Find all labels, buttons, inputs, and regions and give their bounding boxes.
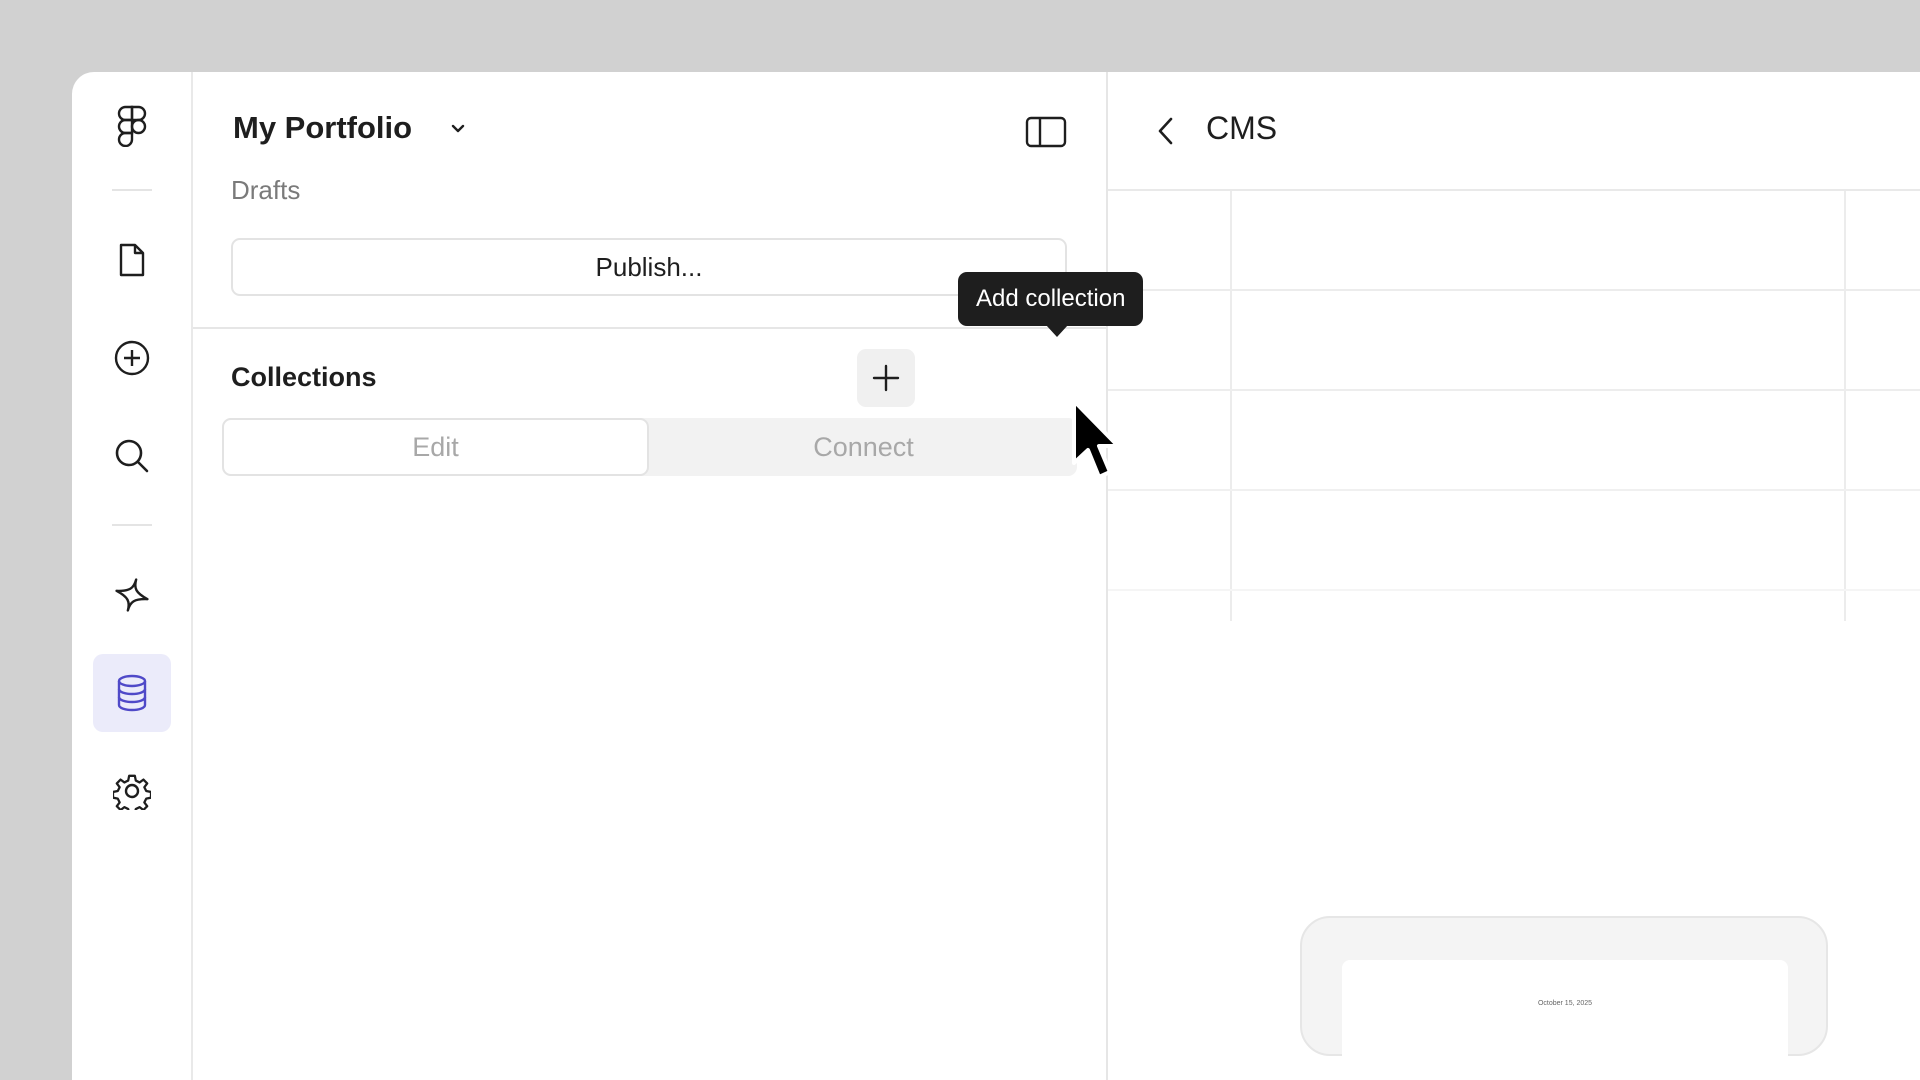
- chevron-down-icon[interactable]: [448, 118, 468, 138]
- template-preview-card[interactable]: October 15, 2025: [1300, 916, 1828, 1080]
- tab-connect[interactable]: Connect: [650, 418, 1077, 476]
- tab-edit[interactable]: Edit: [222, 418, 649, 476]
- icon-rail: [72, 72, 193, 1080]
- publish-button[interactable]: Publish...: [231, 238, 1067, 296]
- app-window: My Portfolio Drafts Publish... Collectio…: [72, 72, 1920, 1080]
- preview-page: October 15, 2025: [1342, 960, 1788, 1080]
- rail-divider: [112, 189, 152, 191]
- page-title: CMS: [1206, 110, 1278, 146]
- search-icon[interactable]: [93, 417, 171, 495]
- panel-divider: [193, 327, 1106, 329]
- collections-mode-switch: Edit Connect: [222, 418, 1077, 476]
- mouse-cursor-icon: [1070, 397, 1130, 487]
- project-title[interactable]: My Portfolio: [233, 110, 412, 146]
- cms-side-panel: My Portfolio Drafts Publish... Collectio…: [193, 72, 1108, 1080]
- grid-line: [1108, 289, 1920, 291]
- gear-icon[interactable]: [93, 752, 171, 830]
- file-icon[interactable]: [93, 221, 171, 299]
- sidebar-toggle-icon[interactable]: [1025, 116, 1067, 148]
- preview-date: October 15, 2025: [1537, 1000, 1593, 1007]
- grid-line: [1230, 191, 1232, 621]
- add-collection-tooltip: Add collection: [958, 272, 1144, 326]
- grid-line: [1108, 389, 1920, 391]
- chevron-left-icon[interactable]: [1152, 114, 1180, 148]
- plus-circle-icon[interactable]: [93, 319, 171, 397]
- collections-heading: Collections: [231, 362, 377, 392]
- figma-logo-icon[interactable]: [93, 87, 171, 165]
- database-icon[interactable]: [93, 654, 171, 732]
- ai-sparkle-icon[interactable]: [93, 556, 171, 634]
- grid-line: [1844, 191, 1846, 621]
- add-collection-button[interactable]: [857, 349, 915, 407]
- cms-main-area: CMS October 15, 2025: [1108, 72, 1920, 1080]
- cms-table-grid: [1108, 191, 1920, 671]
- status-label: Drafts: [231, 175, 301, 205]
- grid-line: [1108, 489, 1920, 491]
- tooltip-arrow: [1046, 325, 1068, 337]
- grid-line: [1108, 589, 1920, 591]
- rail-divider: [112, 524, 152, 526]
